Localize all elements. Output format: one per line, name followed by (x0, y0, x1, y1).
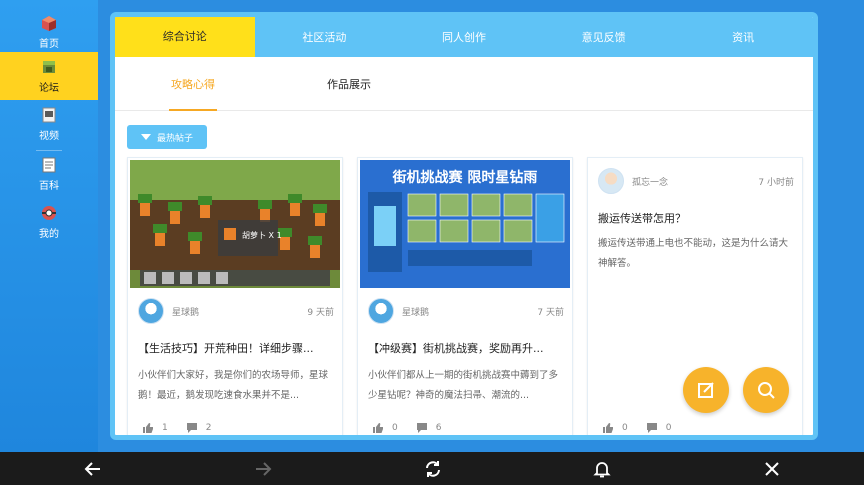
author-name: 孤忘一念 (632, 178, 669, 188)
sidebar-item-label: 首页 (39, 39, 59, 50)
tab-label: 资讯 (732, 31, 755, 44)
triangle-down-icon (140, 134, 151, 140)
search-icon (758, 382, 775, 399)
forum-icon (43, 61, 55, 73)
home-icon (42, 16, 56, 31)
avatar[interactable] (138, 298, 164, 324)
avatar[interactable] (368, 298, 394, 324)
post-author: 孤忘一念 7 小时前 (598, 168, 794, 196)
tab-label: 同人创作 (441, 31, 486, 44)
comment-icon[interactable] (186, 422, 198, 434)
tab-community-events[interactable]: 社区活动 (255, 17, 395, 57)
sidebar-item-label: 我的 (39, 229, 59, 240)
close-icon (765, 462, 779, 476)
post-excerpt: 小伙伴们都从上一期的街机挑战赛中薅到了多少星钻呢？神奇的魔法扫帚、潮流的... (368, 370, 559, 401)
post-title: 【生活技巧】开荒种田！详细步骤... (138, 342, 314, 355)
sidebar-item-forum[interactable]: 论坛 (0, 52, 98, 100)
close-button[interactable] (761, 458, 783, 480)
comment-icon[interactable] (416, 422, 428, 434)
post-author: 星球鹅 7 天前 (368, 298, 564, 326)
post-card[interactable]: 胡萝卜 X 1 星球鹅 9 天前 【生活技巧】开荒种田！详细步骤... 小伙伴们… (127, 157, 343, 435)
post-author: 星球鹅 9 天前 (138, 298, 334, 326)
active-subtab-indicator (169, 109, 217, 111)
forward-arrow-icon (256, 462, 272, 476)
comment-count: 0 (665, 423, 672, 433)
post-stats: 1 2 (142, 420, 332, 435)
subtab-label: 攻略心得 (171, 78, 215, 91)
tab-label: 社区活动 (302, 31, 347, 44)
thumbs-up-icon[interactable] (372, 422, 384, 434)
post-stats: 0 6 (372, 420, 562, 435)
sub-tabs: 攻略心得 作品展示 (115, 57, 813, 111)
wiki-icon (42, 157, 56, 173)
sort-hot-posts-button[interactable]: 最热帖子 (127, 125, 207, 149)
tab-general-discussion[interactable]: 综合讨论 (115, 17, 255, 57)
search-button[interactable] (743, 367, 789, 413)
like-count: 1 (162, 423, 168, 433)
video-icon (42, 107, 56, 123)
tab-news[interactable]: 资讯 (673, 17, 813, 57)
edit-icon (698, 382, 714, 398)
category-tabs: 综合讨论 社区活动 同人创作 意见反馈 资讯 (115, 17, 813, 57)
sidebar-item-video[interactable]: 视频 (0, 100, 98, 148)
post-time: 7 天前 (537, 308, 564, 318)
tab-label: 意见反馈 (581, 31, 626, 44)
forward-button[interactable] (252, 458, 274, 480)
subtab-label: 作品展示 (327, 78, 371, 91)
system-navigation-bar (0, 452, 864, 485)
sort-button-label: 最热帖子 (156, 133, 193, 144)
refresh-button[interactable] (422, 458, 444, 480)
tab-label: 综合讨论 (162, 28, 207, 46)
author-name: 星球鹅 (172, 308, 200, 318)
post-time: 9 天前 (307, 308, 334, 318)
back-arrow-icon (84, 462, 100, 476)
subtab-showcase[interactable]: 作品展示 (327, 57, 371, 111)
post-title: 搬运传送带怎用？ (598, 212, 686, 225)
sidebar-item-label: 视频 (39, 131, 59, 142)
sidebar-item-label: 论坛 (39, 83, 59, 94)
comment-count: 6 (435, 423, 442, 433)
sidebar-item-label: 百科 (39, 181, 59, 192)
post-time: 7 小时前 (758, 178, 794, 188)
post-thumbnail: 胡萝卜 X 1 (130, 160, 340, 288)
back-button[interactable] (82, 458, 104, 480)
like-count: 0 (392, 423, 398, 433)
post-thumbnail: 街机挑战赛 限时星钻雨 (360, 160, 570, 288)
subtab-guides[interactable]: 攻略心得 (171, 57, 215, 111)
notification-button[interactable] (591, 458, 613, 480)
post-excerpt: 搬运传送带通上电也不能动，这是为什么请大神解答。 (598, 238, 789, 269)
post-title: 【冲级赛】街机挑战赛，奖励再升... (368, 342, 544, 355)
tab-fan-creations[interactable]: 同人创作 (394, 17, 534, 57)
sidebar: 首页 论坛 视频 百科 我的 (0, 0, 98, 452)
tab-feedback[interactable]: 意见反馈 (534, 17, 674, 57)
post-stats: 0 0 (602, 420, 792, 435)
thumbs-up-icon[interactable] (602, 422, 614, 434)
author-name: 星球鹅 (402, 308, 430, 318)
comment-count: 2 (205, 423, 212, 433)
banner-title: 街机挑战赛 限时星钻雨 (392, 169, 538, 186)
forum-panel: 综合讨论 社区活动 同人创作 意见反馈 资讯 攻略心得 作品展示 最热帖子 胡萝… (110, 12, 818, 440)
hotbar-tooltip: 胡萝卜 X 1 (242, 230, 282, 240)
sidebar-item-wiki[interactable]: 百科 (0, 150, 98, 198)
like-count: 0 (622, 423, 628, 433)
profile-icon (42, 206, 56, 220)
sidebar-item-profile[interactable]: 我的 (0, 198, 98, 246)
post-excerpt: 小伙伴们大家好，我是你们的农场导师，星球鹅！最近，鹅发现吃速食水果并不是... (138, 370, 329, 401)
comment-icon[interactable] (646, 422, 658, 434)
refresh-icon (426, 461, 440, 477)
thumbs-up-icon[interactable] (142, 422, 154, 434)
new-post-button[interactable] (683, 367, 729, 413)
sidebar-item-home[interactable]: 首页 (0, 8, 98, 56)
bell-icon (593, 462, 611, 478)
avatar[interactable] (598, 168, 624, 194)
post-card[interactable]: 街机挑战赛 限时星钻雨 星球鹅 7 天前 【冲级赛】街机挑战赛，奖励再升... … (357, 157, 573, 435)
